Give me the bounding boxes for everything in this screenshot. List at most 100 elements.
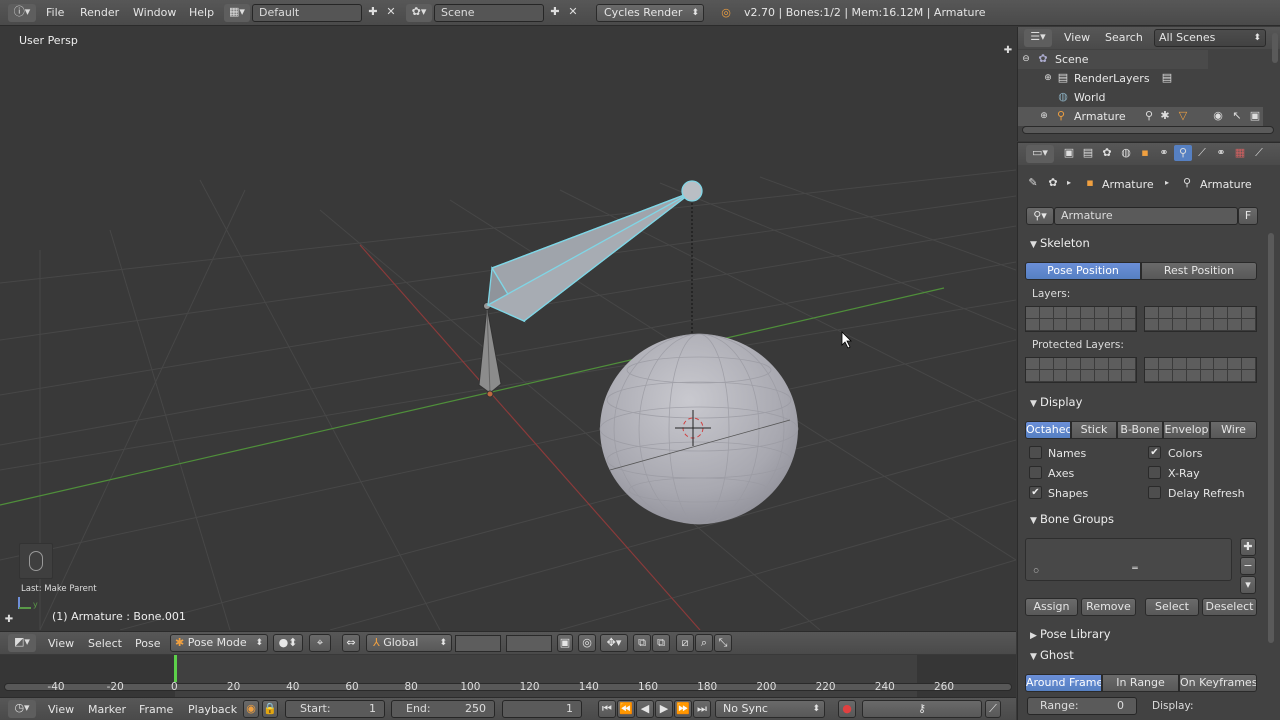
ghost-range-field[interactable]: Range: 0 (1027, 697, 1137, 715)
assign-button[interactable]: Assign (1025, 598, 1078, 616)
properties-editor-icon[interactable]: ▭▾ (1026, 145, 1054, 163)
add-layout-icon[interactable]: ✚ (365, 4, 381, 22)
menu-view[interactable]: View (48, 637, 74, 650)
outliner-editor-icon[interactable]: ☰▾ (1024, 29, 1052, 47)
scene-icon[interactable]: ✿▾ (406, 4, 432, 22)
expand-icon[interactable]: ⊕ (1038, 108, 1050, 124)
ghost-panel-header[interactable]: ▼ Ghost (1022, 645, 1262, 665)
close-scene-icon[interactable]: ✕ (565, 4, 581, 22)
menu-timeline-view[interactable]: View (48, 703, 74, 716)
skeleton-panel-header[interactable]: ▼ Skeleton (1022, 233, 1262, 253)
play-reverse-button[interactable]: ◀ (636, 700, 654, 718)
current-frame-field[interactable]: 1 (502, 700, 582, 718)
render-engine-select[interactable]: Cycles Render ⬍ (596, 4, 704, 22)
display-octahedral-button[interactable]: Octahed (1025, 421, 1071, 439)
ghost-on-keyframes-button[interactable]: On Keyframes (1179, 674, 1257, 692)
pivot-select[interactable]: ⌖ (309, 634, 331, 652)
pose-library-panel-header[interactable]: ▶ Pose Library (1022, 624, 1262, 644)
keying-set-select[interactable]: ⚷ (862, 700, 982, 718)
copy-pose-button[interactable]: ⧉ (633, 634, 651, 652)
protected-layers-grid-left[interactable] (1025, 357, 1137, 383)
pin-icon[interactable]: ✎ (1026, 175, 1040, 191)
selectable-cursor-icon[interactable]: ↖ (1230, 108, 1244, 124)
close-layout-icon[interactable]: ✕ (383, 4, 399, 22)
bone-tab-icon[interactable]: ⟋ (1193, 145, 1211, 161)
outliner-menu-view[interactable]: View (1064, 31, 1090, 44)
proportional-toggle[interactable]: ◎ (578, 634, 596, 652)
start-frame-field[interactable]: Start: 1 (285, 700, 385, 718)
material-tab-icon[interactable]: ▦ (1231, 145, 1249, 161)
lock-frame-toggle[interactable]: 🔒 (262, 700, 278, 718)
visibility-eye-icon[interactable]: ◉ (1211, 108, 1225, 124)
menu-marker[interactable]: Marker (88, 703, 126, 716)
shapes-checkbox[interactable]: ✔ (1029, 486, 1042, 499)
outliner-scrollbar[interactable] (1022, 126, 1274, 134)
viewport-3d[interactable]: User Persp ✚ Last: Make Parent y (1) Arm… (0, 27, 1016, 630)
layer-buttons-2[interactable] (506, 635, 552, 652)
names-checkbox[interactable] (1029, 446, 1042, 459)
outliner-filter-select[interactable]: All Scenes ⬍ (1154, 29, 1266, 47)
world-tab-icon[interactable]: ◍ (1117, 145, 1135, 161)
manipulator-toggle[interactable]: ⇔ (342, 634, 360, 652)
menu-pose[interactable]: Pose (135, 637, 160, 650)
colors-checkbox[interactable]: ✔ (1148, 446, 1161, 459)
bone-groups-panel-header[interactable]: ▼ Bone Groups (1022, 509, 1262, 529)
pose-position-button[interactable]: Pose Position (1025, 262, 1141, 280)
pan-button[interactable]: ⤡ (714, 634, 732, 652)
snap-toggle[interactable]: ✥▾ (600, 634, 628, 652)
remove-bone-group-button[interactable]: − (1240, 557, 1256, 575)
viewport-scene[interactable] (0, 27, 1016, 630)
add-bone-group-button[interactable]: ✚ (1240, 538, 1256, 556)
timeline-editor-icon[interactable]: ◷▾ (8, 700, 36, 718)
bone-group-menu-button[interactable]: ▾ (1240, 576, 1256, 594)
mode-select[interactable]: ✱ Pose Mode ⬍ (170, 634, 268, 652)
render-preview-button[interactable]: ⧄ (676, 634, 694, 652)
zoom-button[interactable]: ⌕ (695, 634, 713, 652)
properties-scrollbar[interactable] (1268, 233, 1274, 643)
render-camera-icon[interactable]: ▣ (1248, 108, 1262, 124)
axes-checkbox[interactable] (1029, 466, 1042, 479)
display-stick-button[interactable]: Stick (1071, 421, 1117, 439)
select-button[interactable]: Select (1145, 598, 1199, 616)
layout-grid-icon[interactable]: ▦▾ (224, 4, 250, 22)
orientation-select[interactable]: ⅄ Global ⬍ (366, 634, 452, 652)
shading-select[interactable]: ●⬍ (273, 634, 303, 652)
info-editor-icon[interactable]: ⓘ▾ (8, 4, 36, 22)
jump-key-back-button[interactable]: ⏪ (617, 700, 635, 718)
record-button[interactable]: ● (838, 700, 856, 718)
display-envelope-button[interactable]: Envelop (1163, 421, 1210, 439)
fake-user-button[interactable]: F (1238, 207, 1258, 225)
menu-help[interactable]: Help (189, 6, 214, 19)
datablock-name-field[interactable]: Armature (1054, 207, 1238, 225)
constraints-tab-icon[interactable]: ⚭ (1155, 145, 1173, 161)
menu-frame[interactable]: Frame (139, 703, 173, 716)
bone-groups-list[interactable]: ═ ○ (1025, 538, 1232, 581)
renderlayers-tab-icon[interactable]: ▤ (1079, 145, 1097, 161)
ghost-around-frame-button[interactable]: Around Frame (1025, 674, 1102, 692)
jump-key-forward-button[interactable]: ⏩ (674, 700, 692, 718)
outliner-vscrollbar[interactable] (1272, 33, 1278, 63)
delay-refresh-checkbox[interactable] (1148, 486, 1161, 499)
object-tab-icon[interactable]: ▪ (1136, 145, 1154, 161)
ghost-in-range-button[interactable]: In Range (1102, 674, 1179, 692)
jump-end-button[interactable]: ⏭ (693, 700, 711, 718)
viewport-plus-icon-bottom[interactable]: ✚ (4, 612, 14, 628)
preview-range-toggle[interactable]: ◉ (243, 700, 259, 718)
list-resize-handle-icon[interactable]: ═ (1128, 561, 1142, 577)
bone-constraints-tab-icon[interactable]: ⚭ (1212, 145, 1230, 161)
expand-icon[interactable]: ⊖ (1020, 51, 1032, 67)
datablock-browse[interactable]: ⚲▾ (1026, 207, 1054, 225)
lock-camera-toggle[interactable]: ▣ (557, 634, 573, 652)
layers-grid-left[interactable] (1025, 306, 1137, 332)
insert-keyframe-button[interactable]: ⟋ (985, 700, 1001, 718)
menu-render[interactable]: Render (80, 6, 119, 19)
menu-file[interactable]: File (46, 6, 64, 19)
scene-name-field[interactable]: Scene (434, 4, 544, 22)
expand-icon[interactable]: ⊕ (1042, 70, 1054, 86)
protected-layers-grid-right[interactable] (1144, 357, 1257, 383)
outliner-row-renderlayers[interactable]: ⊕ ▤ RenderLayers ▤ (1018, 69, 1258, 88)
layer-buttons-1[interactable] (455, 635, 501, 652)
texture-tab-icon[interactable]: ⟋ (1250, 145, 1268, 161)
jump-start-button[interactable]: ⏮ (598, 700, 616, 718)
play-button[interactable]: ▶ (655, 700, 673, 718)
